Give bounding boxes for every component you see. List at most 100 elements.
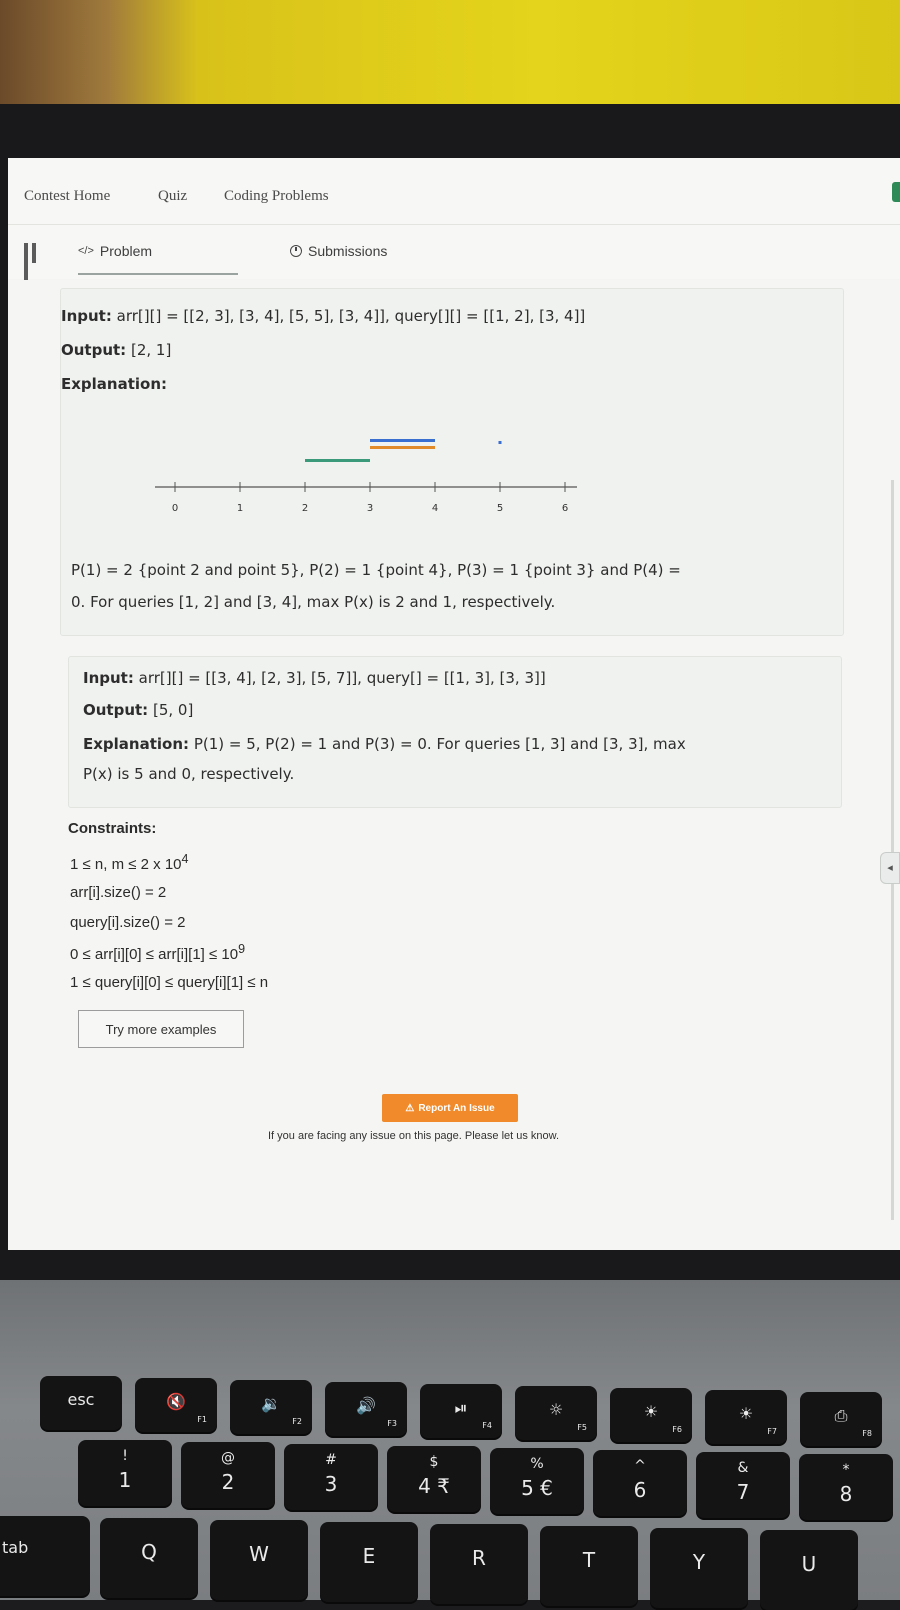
function-key[interactable]: 🔉 F2 <box>230 1380 312 1434</box>
report-issue-label: Report An Issue <box>418 1102 495 1114</box>
letter-key[interactable]: Y <box>650 1528 748 1608</box>
interval-segment <box>498 441 502 444</box>
function-key[interactable]: ☀ F6 <box>610 1388 692 1442</box>
report-issue-button[interactable]: ⚠ Report An Issue <box>382 1094 518 1122</box>
key-fn-label: F5 <box>577 1423 587 1432</box>
key-shift-label: $ <box>429 1454 439 1470</box>
nav-coding-problems[interactable]: Coding Problems <box>224 188 329 205</box>
number-key[interactable]: ! 1 <box>78 1440 172 1506</box>
number-key[interactable]: & 7 <box>696 1452 790 1518</box>
letter-key[interactable]: E <box>320 1522 418 1602</box>
constraint-1-text: 1 ≤ n, m ≤ 2 x 10 <box>70 856 182 873</box>
interval-segment <box>305 459 370 462</box>
scrollbar[interactable] <box>891 480 894 1220</box>
letter-key[interactable]: U <box>760 1530 858 1610</box>
function-key[interactable]: ⏯ F4 <box>420 1384 502 1438</box>
user-badge[interactable] <box>892 182 900 202</box>
tab-key[interactable]: tab <box>0 1516 90 1596</box>
example-1-note-line1: P(1) = 2 {point 2 and point 5}, P(2) = 1… <box>71 561 681 579</box>
key-fn-label: F6 <box>672 1425 682 1434</box>
code-icon: </> <box>78 245 94 257</box>
key-label: 4 ₹ <box>418 1474 450 1498</box>
number-key[interactable]: % 5 € <box>490 1448 584 1514</box>
input-text: arr[][] = [[3, 4], [2, 3], [5, 7]], quer… <box>138 669 546 687</box>
key-label: ☀ <box>738 1404 754 1423</box>
function-key[interactable]: ☀ F7 <box>705 1390 787 1444</box>
tab-problem[interactable]: </> Problem <box>78 243 152 259</box>
constraint-4-exponent: 9 <box>238 942 246 956</box>
number-key[interactable]: ^ 6 <box>593 1450 687 1516</box>
key-label: 🔉 <box>261 1394 281 1413</box>
key-shift-label: & <box>737 1460 749 1476</box>
function-key[interactable]: esc <box>40 1376 122 1430</box>
key-fn-label: F4 <box>482 1421 492 1430</box>
problem-tabs: </> Problem Submissions <box>8 225 900 283</box>
example-2-output: Output: [5, 0] <box>83 701 193 719</box>
example-1-output: Output: [2, 1] <box>61 341 171 359</box>
letter-key[interactable]: W <box>210 1520 308 1600</box>
axis-tick-label: 6 <box>562 503 568 514</box>
interval-segment <box>370 439 435 442</box>
key-label: W <box>249 1542 269 1566</box>
number-key[interactable]: $4 ₹ <box>387 1446 481 1512</box>
constraint-4-text: 0 ≤ arr[i][0] ≤ arr[i][1] ≤ 10 <box>70 946 239 963</box>
key-fn-label: F1 <box>197 1415 207 1424</box>
letter-key[interactable]: Q <box>100 1518 198 1598</box>
key-shift-label: # <box>325 1452 337 1468</box>
key-fn-label: F2 <box>292 1417 302 1426</box>
example-2-explanation-line2: P(x) is 5 and 0, respectively. <box>83 765 295 783</box>
function-key[interactable]: ☼ F5 <box>515 1386 597 1440</box>
constraint-3: query[i].size() = 2 <box>70 914 186 931</box>
output-text: [5, 0] <box>152 701 194 719</box>
function-key[interactable]: 🔇 F1 <box>135 1378 217 1432</box>
key-shift-label: ! <box>122 1448 128 1464</box>
constraint-4: 0 ≤ arr[i][0] ≤ arr[i][1] ≤ 109 <box>70 942 245 963</box>
number-key[interactable]: @2 <box>181 1442 275 1508</box>
nav-quiz[interactable]: Quiz <box>158 188 187 205</box>
key-fn-label: F8 <box>862 1429 872 1438</box>
constraint-1-exponent: 4 <box>181 852 189 866</box>
active-tab-indicator <box>78 273 238 275</box>
example-1-card: Input: arr[][] = [[2, 3], [3, 4], [5, 5]… <box>60 288 844 636</box>
function-key[interactable]: ⎙ F8 <box>800 1392 882 1446</box>
key-label: Q <box>141 1540 157 1564</box>
input-label: Input: <box>61 307 112 325</box>
letter-key[interactable]: R <box>430 1524 528 1604</box>
try-more-examples-button[interactable]: Try more examples <box>78 1010 244 1048</box>
number-key[interactable]: #3 <box>284 1444 378 1510</box>
number-key[interactable]: * 8 <box>799 1454 893 1520</box>
report-note: If you are facing any issue on this page… <box>268 1130 560 1142</box>
key-fn-label: F3 <box>387 1419 397 1428</box>
key-shift-label: ^ <box>634 1458 646 1474</box>
tab-submissions[interactable]: Submissions <box>290 243 387 259</box>
collapse-panel-icon[interactable]: ◂ <box>880 852 900 884</box>
axis-tick-label: 5 <box>497 503 503 514</box>
key-label: 2 <box>221 1470 235 1494</box>
letter-key[interactable]: T <box>540 1526 638 1606</box>
key-shift-label: @ <box>221 1450 235 1466</box>
key-label: 6 <box>633 1478 647 1502</box>
warning-icon: ⚠ <box>405 1102 415 1114</box>
key-label: E <box>362 1544 376 1568</box>
key-label: 🔇 <box>166 1392 186 1411</box>
constraints-title: Constraints: <box>68 820 157 837</box>
key-shift-label: * <box>842 1462 850 1478</box>
function-key[interactable]: 🔊 F3 <box>325 1382 407 1436</box>
key-label: tab <box>2 1538 29 1557</box>
constraint-5: 1 ≤ query[i][0] ≤ query[i][1] ≤ n <box>70 974 269 991</box>
key-label: 3 <box>324 1472 338 1496</box>
output-label: Output: <box>83 701 149 719</box>
output-label: Output: <box>61 341 127 359</box>
nav-contest-home[interactable]: Contest Home <box>24 188 110 205</box>
tab-problem-label: Problem <box>99 243 153 259</box>
menu-icon[interactable] <box>24 243 46 283</box>
key-label: T <box>582 1548 596 1572</box>
key-label: 🔊 <box>356 1396 376 1415</box>
laptop-keyboard: esc 🔇 F1 🔉 F2 🔊 F3 ⏯ F4 ☼ F5 ☀ F6 ☀ F7 ⎙ F8! 1 @2 #3 $4 ₹% 5 … <box>0 1280 900 1610</box>
constraint-1: 1 ≤ n, m ≤ 2 x 104 <box>70 852 188 873</box>
example-2-card: Input: arr[][] = [[3, 4], [2, 3], [5, 7]… <box>68 656 842 808</box>
key-label: esc <box>67 1390 95 1409</box>
key-label: 8 <box>839 1482 853 1506</box>
key-label: 7 <box>736 1480 750 1504</box>
clock-icon <box>290 245 302 257</box>
